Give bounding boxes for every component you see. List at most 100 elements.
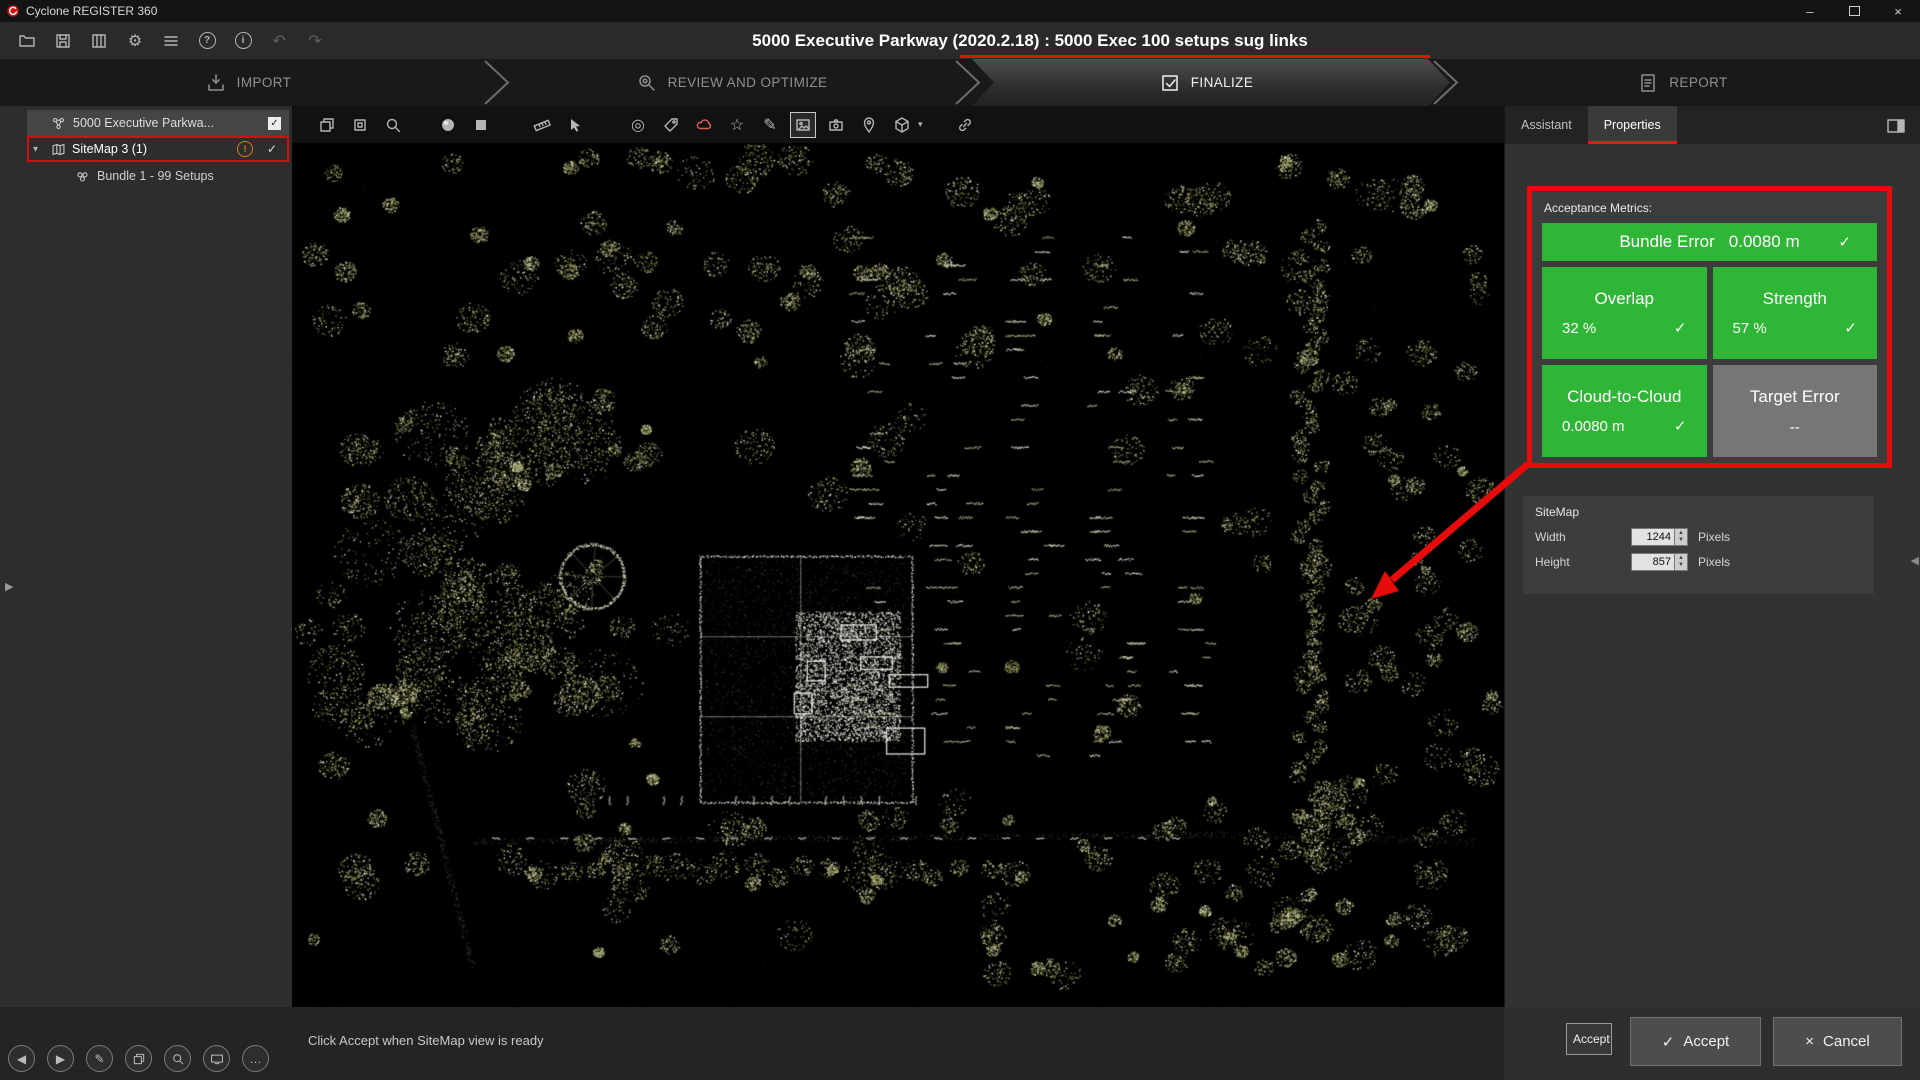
app-window: Cyclone REGISTER 360 – × ⚙ ? i ↶ ↷ — [0, 0, 1920, 1080]
screen-icon[interactable] — [203, 1045, 230, 1072]
panel-layout-icon[interactable] — [1883, 113, 1909, 139]
right-panel-tabs: Assistant Properties — [1505, 106, 1920, 144]
next-icon[interactable]: ▶ — [47, 1045, 74, 1072]
cloud-icon[interactable] — [691, 112, 717, 138]
project-header-title: 5000 Executive Parkway (2020.2.18) : 500… — [640, 22, 1420, 59]
tree-item-bundle[interactable]: Bundle 1 - 99 Setups — [27, 163, 289, 189]
main-content: 5000 Executive Parkwa... ✓ ▾ SiteMap 3 (… — [0, 106, 1920, 1007]
project-checkbox[interactable]: ✓ — [268, 117, 281, 130]
undo-icon[interactable]: ↶ — [266, 28, 292, 54]
close-icon: × — [1805, 1033, 1814, 1050]
check-icon: ✓ — [1838, 233, 1851, 251]
edit-pen-icon[interactable]: ✎ — [86, 1045, 113, 1072]
cloud-to-cloud-tile: Cloud-to-Cloud 0.0080 m ✓ — [1542, 365, 1707, 457]
target-error-value: -- — [1790, 419, 1800, 436]
import-icon — [205, 72, 227, 94]
panel-collapse-handle[interactable]: ◀ — [1911, 554, 1919, 567]
tree-item-project[interactable]: 5000 Executive Parkwa... ✓ — [27, 110, 289, 136]
chevron-down-icon[interactable]: ▾ — [918, 119, 923, 130]
more-options-icon[interactable]: … — [242, 1045, 269, 1072]
help-icon[interactable]: ? — [194, 28, 220, 54]
accept-small-button[interactable]: Accept — [1566, 1023, 1612, 1055]
tab-finalize[interactable]: FINALIZE — [967, 59, 1445, 106]
info-icon[interactable]: i — [230, 28, 256, 54]
width-stepper[interactable]: ▲▼ — [1675, 528, 1688, 546]
location-pin-icon[interactable] — [856, 112, 882, 138]
tag-icon[interactable] — [658, 112, 684, 138]
target-icon[interactable]: ◎ — [625, 112, 651, 138]
close-button[interactable]: × — [1876, 0, 1920, 22]
maximize-icon — [1849, 6, 1860, 16]
expander-icon[interactable]: ▾ — [33, 144, 45, 155]
cloud-to-cloud-value: 0.0080 m — [1562, 418, 1625, 435]
copy-view-icon[interactable] — [314, 112, 340, 138]
accept-button[interactable]: ✓ Accept — [1630, 1017, 1761, 1066]
review-optimize-icon — [636, 72, 658, 94]
viewer-nav-controls: ◀ ▶ ✎ … — [8, 1045, 269, 1072]
right-panel: Assistant Properties Acceptance Metrics:… — [1504, 106, 1920, 1007]
point-cloud-viewer[interactable]: ◎ ☆ ✎ ▾ — [292, 106, 1504, 1007]
previous-icon[interactable]: ◀ — [8, 1045, 35, 1072]
width-input[interactable] — [1631, 528, 1675, 546]
tab-properties[interactable]: Properties — [1588, 106, 1677, 144]
cancel-button[interactable]: × Cancel — [1773, 1017, 1902, 1066]
tab-separator — [1431, 59, 1461, 106]
cloud-to-cloud-label: Cloud-to-Cloud — [1567, 387, 1681, 407]
height-stepper[interactable]: ▲▼ — [1675, 553, 1688, 571]
settings-gear-icon[interactable]: ⚙ — [122, 28, 148, 54]
window-title: Cyclone REGISTER 360 — [26, 4, 157, 18]
height-label: Height — [1535, 555, 1631, 569]
zoom-icon[interactable] — [164, 1045, 191, 1072]
tree-item-sitemap[interactable]: ▾ SiteMap 3 (1) ! ✓ — [27, 136, 289, 162]
project-icon — [51, 116, 66, 131]
sidebar-collapse-handle[interactable]: ▶ — [5, 580, 13, 593]
list-icon[interactable] — [158, 28, 184, 54]
strength-value: 57 % — [1733, 320, 1767, 337]
tab-import[interactable]: IMPORT — [0, 59, 496, 106]
draw-icon[interactable]: ✎ — [757, 112, 783, 138]
measure-icon[interactable] — [529, 112, 555, 138]
zoom-window-icon[interactable] — [380, 112, 406, 138]
toolbar-tools: ⚙ ? i ↶ ↷ — [14, 28, 328, 54]
workflow-tab-bar: IMPORT REVIEW AND OPTIMIZE FINALIZE REPO… — [0, 59, 1920, 106]
height-input[interactable] — [1631, 553, 1675, 571]
tree-item-label: Bundle 1 - 99 Setups — [97, 169, 214, 183]
tab-report[interactable]: REPORT — [1445, 59, 1920, 106]
target-error-label: Target Error — [1750, 387, 1840, 407]
app-toolbar: ⚙ ? i ↶ ↷ 5000 Executive Parkway (2020.2… — [0, 22, 1920, 60]
minimize-button[interactable]: – — [1788, 0, 1832, 22]
maximize-button[interactable] — [1832, 0, 1876, 22]
warning-icon: ! — [237, 141, 253, 157]
finalize-icon — [1159, 72, 1181, 94]
camera-icon[interactable] — [823, 112, 849, 138]
tree-item-label: SiteMap 3 (1) — [72, 142, 147, 156]
background-color-icon[interactable] — [468, 112, 494, 138]
duplicate-view-icon[interactable] — [347, 112, 373, 138]
point-cloud-canvas[interactable] — [292, 106, 1504, 1007]
strength-label: Strength — [1763, 289, 1827, 309]
redo-icon[interactable]: ↷ — [302, 28, 328, 54]
width-label: Width — [1535, 530, 1631, 544]
link-icon[interactable] — [952, 112, 978, 138]
view-cube-icon[interactable] — [889, 112, 915, 138]
overlap-label: Overlap — [1594, 289, 1654, 309]
check-icon: ✓ — [267, 142, 277, 156]
library-icon[interactable] — [86, 28, 112, 54]
width-units: Pixels — [1698, 530, 1730, 544]
acceptance-metrics-title: Acceptance Metrics: — [1544, 201, 1877, 215]
acceptance-metrics-panel annotation-rect: Acceptance Metrics: Bundle Error 0.0080 … — [1527, 186, 1892, 468]
bundle-icon — [75, 169, 90, 184]
star-icon[interactable]: ☆ — [724, 112, 750, 138]
tab-review-and-optimize[interactable]: REVIEW AND OPTIMIZE — [496, 59, 967, 106]
check-icon: ✓ — [1674, 319, 1687, 337]
tab-assistant[interactable]: Assistant — [1505, 106, 1588, 144]
save-project-icon[interactable] — [50, 28, 76, 54]
open-project-icon[interactable] — [14, 28, 40, 54]
tree-item-label: 5000 Executive Parkwa... — [73, 116, 214, 130]
bundle-error-value: 0.0080 m — [1729, 232, 1800, 252]
pick-cursor-icon[interactable] — [562, 112, 588, 138]
image-icon[interactable] — [790, 112, 816, 138]
copy-pages-icon[interactable] — [125, 1045, 152, 1072]
color-mode-icon[interactable] — [435, 112, 461, 138]
check-icon: ✓ — [1674, 417, 1687, 435]
